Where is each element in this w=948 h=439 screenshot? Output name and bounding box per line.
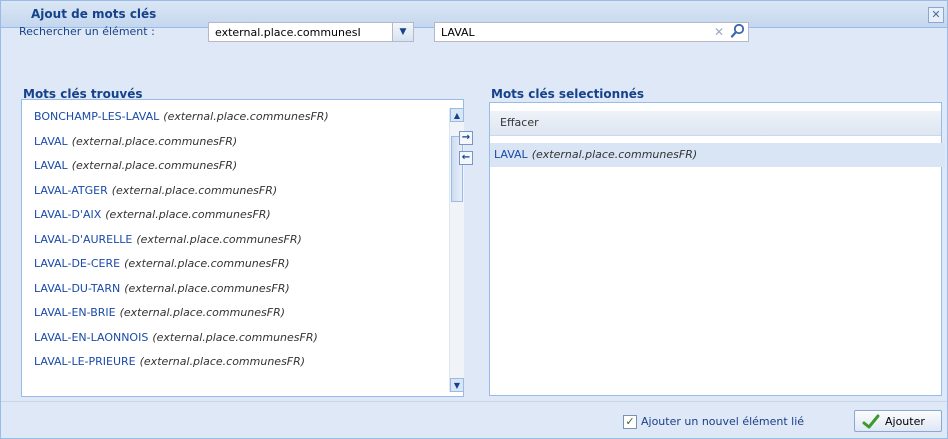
selected-item-type: (external.place.communesFR) — [531, 148, 698, 161]
search-label: Rechercher un élément : — [19, 25, 155, 38]
close-icon[interactable]: ✕ — [928, 7, 944, 23]
found-item-name: LAVAL-D'AIX — [34, 208, 102, 221]
search-icon[interactable] — [730, 23, 746, 39]
clear-button[interactable]: Effacer — [490, 111, 941, 136]
list-item[interactable]: BONCHAMP-LES-LAVAL (external.place.commun… — [22, 105, 329, 129]
list-item[interactable]: LAVAL-DE-CERE (external.place.communesFR) — [22, 252, 290, 276]
list-item[interactable]: LAVAL-D'AURELLE (external.place.communesF… — [22, 228, 302, 252]
checkmark-icon — [862, 414, 880, 429]
found-item-name: LAVAL-EN-LAONNOIS — [34, 330, 149, 344]
list-item[interactable]: LAVAL (external.place.communesFR) — [22, 154, 237, 178]
keyword-dialog: Ajout de mots clés ✕ Rechercher un éléme… — [0, 0, 948, 439]
found-item-type: (external.place.communesFR) — [119, 306, 286, 319]
add-linked-label[interactable]: Ajouter un nouvel élément lié — [641, 415, 804, 428]
found-item-type: (external.place.communesFR) — [71, 159, 238, 172]
list-item[interactable]: LAVAL-EN-BRIE (external.place.communesFR) — [22, 301, 285, 325]
found-item-name: LAVAL — [34, 159, 68, 172]
found-item-type: (external.place.communesFR) — [71, 134, 238, 148]
dialog-title: Ajout de mots clés — [31, 7, 157, 21]
found-item-name: LAVAL-ATGER — [34, 183, 108, 197]
found-item-type: (external.place.communesFR) — [124, 257, 290, 270]
scroll-up-icon[interactable]: ▲ — [450, 108, 464, 122]
dialog-footer: ✓ Ajouter un nouvel élément lié Ajouter — [1, 401, 947, 439]
found-item-type: (external.place.communesFR) — [136, 232, 302, 246]
found-item-name: LAVAL-DE-CERE — [34, 257, 121, 270]
chevron-down-icon[interactable]: ▼ — [392, 23, 413, 41]
list-item[interactable]: LAVAL-LE-PRIEURE (external.place.communes… — [22, 350, 305, 374]
search-input[interactable]: LAVAL — [434, 22, 749, 42]
found-item-type: (external.place.communesFR) — [139, 355, 306, 368]
found-item-type: (external.place.communesFR) — [124, 281, 290, 295]
scroll-down-icon[interactable]: ▼ — [450, 378, 464, 392]
search-query: LAVAL — [441, 26, 475, 39]
scroll-thumb[interactable] — [451, 136, 463, 202]
found-item-name: LAVAL — [34, 134, 68, 148]
selected-legend: Mots clés selectionnés — [491, 87, 649, 101]
found-item-name: LAVAL-LE-PRIEURE — [34, 355, 136, 368]
found-item-name: LAVAL-D'AURELLE — [34, 232, 133, 246]
selected-list: Effacer LAVAL (external.place.communesFR) — [489, 102, 945, 396]
found-item-name: LAVAL-EN-BRIE — [34, 306, 116, 319]
found-item-type: (external.place.communesFR) — [163, 110, 329, 123]
found-item-type: (external.place.communesFR) — [105, 208, 271, 221]
list-item[interactable]: LAVAL-DU-TARN (external.place.communesFR) — [22, 277, 290, 301]
add-linked-checkbox[interactable]: ✓ — [623, 415, 637, 429]
type-combo[interactable]: external.place.communesI ▼ — [208, 22, 414, 42]
arrow-left-icon[interactable]: ← — [459, 151, 473, 165]
type-combo-value: external.place.communesI — [215, 26, 361, 39]
list-item[interactable]: LAVAL-EN-LAONNOIS (external.place.commune… — [22, 326, 318, 350]
found-item-type: (external.place.communesFR) — [111, 183, 278, 197]
list-item[interactable]: LAVAL (external.place.communesFR) — [22, 130, 237, 154]
clear-icon[interactable]: ✕ — [714, 25, 724, 39]
add-button-label: Ajouter — [885, 415, 925, 428]
selected-item-name: LAVAL — [494, 148, 528, 161]
list-item[interactable]: LAVAL-D'AIX (external.place.communesFR) — [22, 203, 271, 227]
add-button[interactable]: Ajouter — [854, 410, 942, 432]
found-item-name: BONCHAMP-LES-LAVAL — [34, 110, 160, 123]
list-item[interactable]: LAVAL (external.place.communesFR) — [490, 143, 945, 167]
clear-label: Effacer — [500, 116, 539, 129]
found-item-type: (external.place.communesFR) — [152, 330, 318, 344]
found-item-name: LAVAL-DU-TARN — [34, 281, 121, 295]
arrow-right-icon[interactable]: → — [459, 131, 473, 145]
found-list: BONCHAMP-LES-LAVAL (external.place.commun… — [21, 99, 464, 397]
list-item[interactable]: LAVAL-ATGER (external.place.communesFR) — [22, 179, 277, 203]
